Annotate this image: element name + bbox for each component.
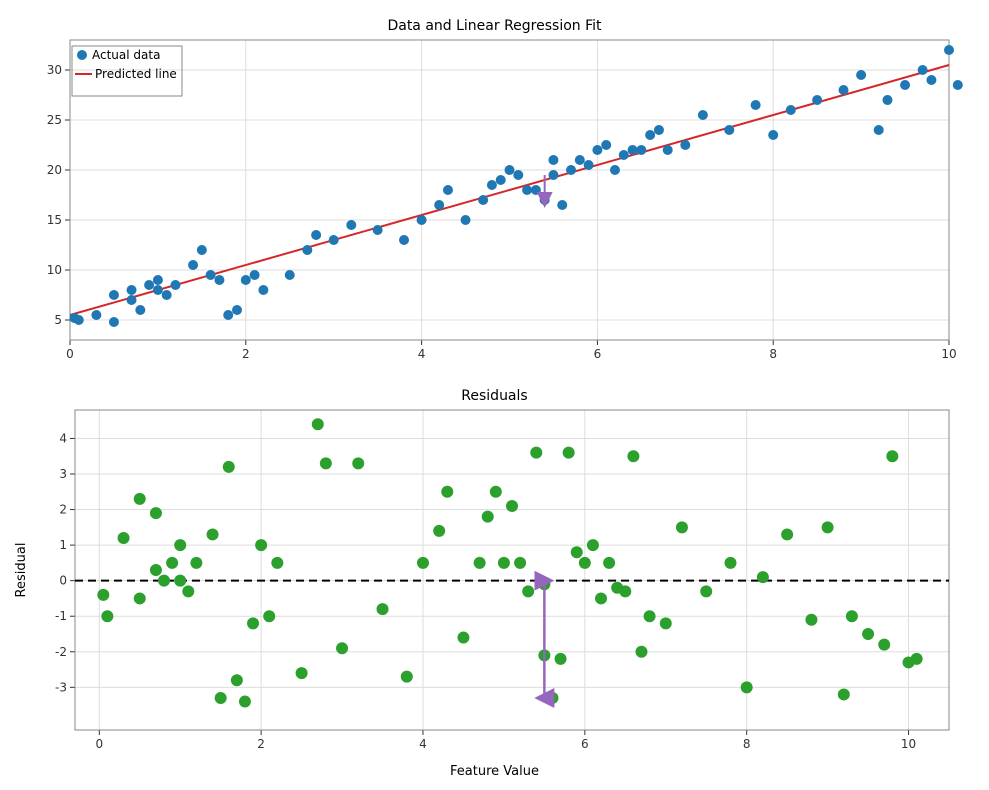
svg-text:Residuals: Residuals: [461, 388, 527, 404]
svg-text:20: 20: [47, 163, 62, 177]
svg-text:3: 3: [59, 467, 67, 481]
svg-text:15: 15: [47, 213, 62, 227]
svg-text:2: 2: [242, 347, 250, 361]
svg-text:4: 4: [59, 431, 67, 445]
bottom-chart-panel: 0 2 4 6 8 10 -3 -2 -1 0 1 2 3 4 Residuals Feature Value…: [10, 380, 979, 780]
svg-text:10: 10: [47, 263, 62, 277]
top-chart-panel: 0 2 4 6 8 10 5 10 15 20 25 30 Data and Linear Regres…: [10, 10, 979, 380]
svg-text:25: 25: [47, 113, 62, 127]
svg-text:Residual: Residual: [14, 543, 29, 598]
svg-text:1: 1: [59, 538, 67, 552]
svg-text:10: 10: [901, 737, 916, 751]
svg-text:6: 6: [581, 737, 589, 751]
svg-text:8: 8: [769, 347, 777, 361]
chart-container: 024681051015202530Data and Linear Regres…: [0, 0, 989, 790]
svg-text:Actual data: Actual data: [92, 48, 160, 62]
bottom-chart-svg: 0 2 4 6 8 10 -3 -2 -1 0 1 2 3 4 Residuals Feature Value…: [10, 380, 979, 780]
svg-text:8: 8: [743, 737, 751, 751]
svg-text:-2: -2: [55, 645, 67, 659]
svg-text:10: 10: [941, 347, 956, 361]
svg-text:Predicted line: Predicted line: [95, 67, 177, 81]
svg-text:2: 2: [59, 503, 67, 517]
svg-text:6: 6: [594, 347, 602, 361]
svg-text:-1: -1: [55, 609, 67, 623]
svg-text:5: 5: [54, 313, 62, 327]
svg-text:30: 30: [47, 63, 62, 77]
svg-text:4: 4: [419, 737, 427, 751]
svg-text:0: 0: [95, 737, 103, 751]
svg-text:Feature Value: Feature Value: [450, 764, 539, 779]
svg-text:0: 0: [59, 574, 67, 588]
top-chart-svg: 0 2 4 6 8 10 5 10 15 20 25 30 Data and Linear Regres…: [10, 10, 979, 380]
svg-text:0: 0: [66, 347, 74, 361]
svg-text:4: 4: [418, 347, 426, 361]
svg-text:2: 2: [257, 737, 265, 751]
svg-text:-3: -3: [55, 680, 67, 694]
svg-text:Data and Linear Regression Fit: Data and Linear Regression Fit: [387, 18, 602, 34]
